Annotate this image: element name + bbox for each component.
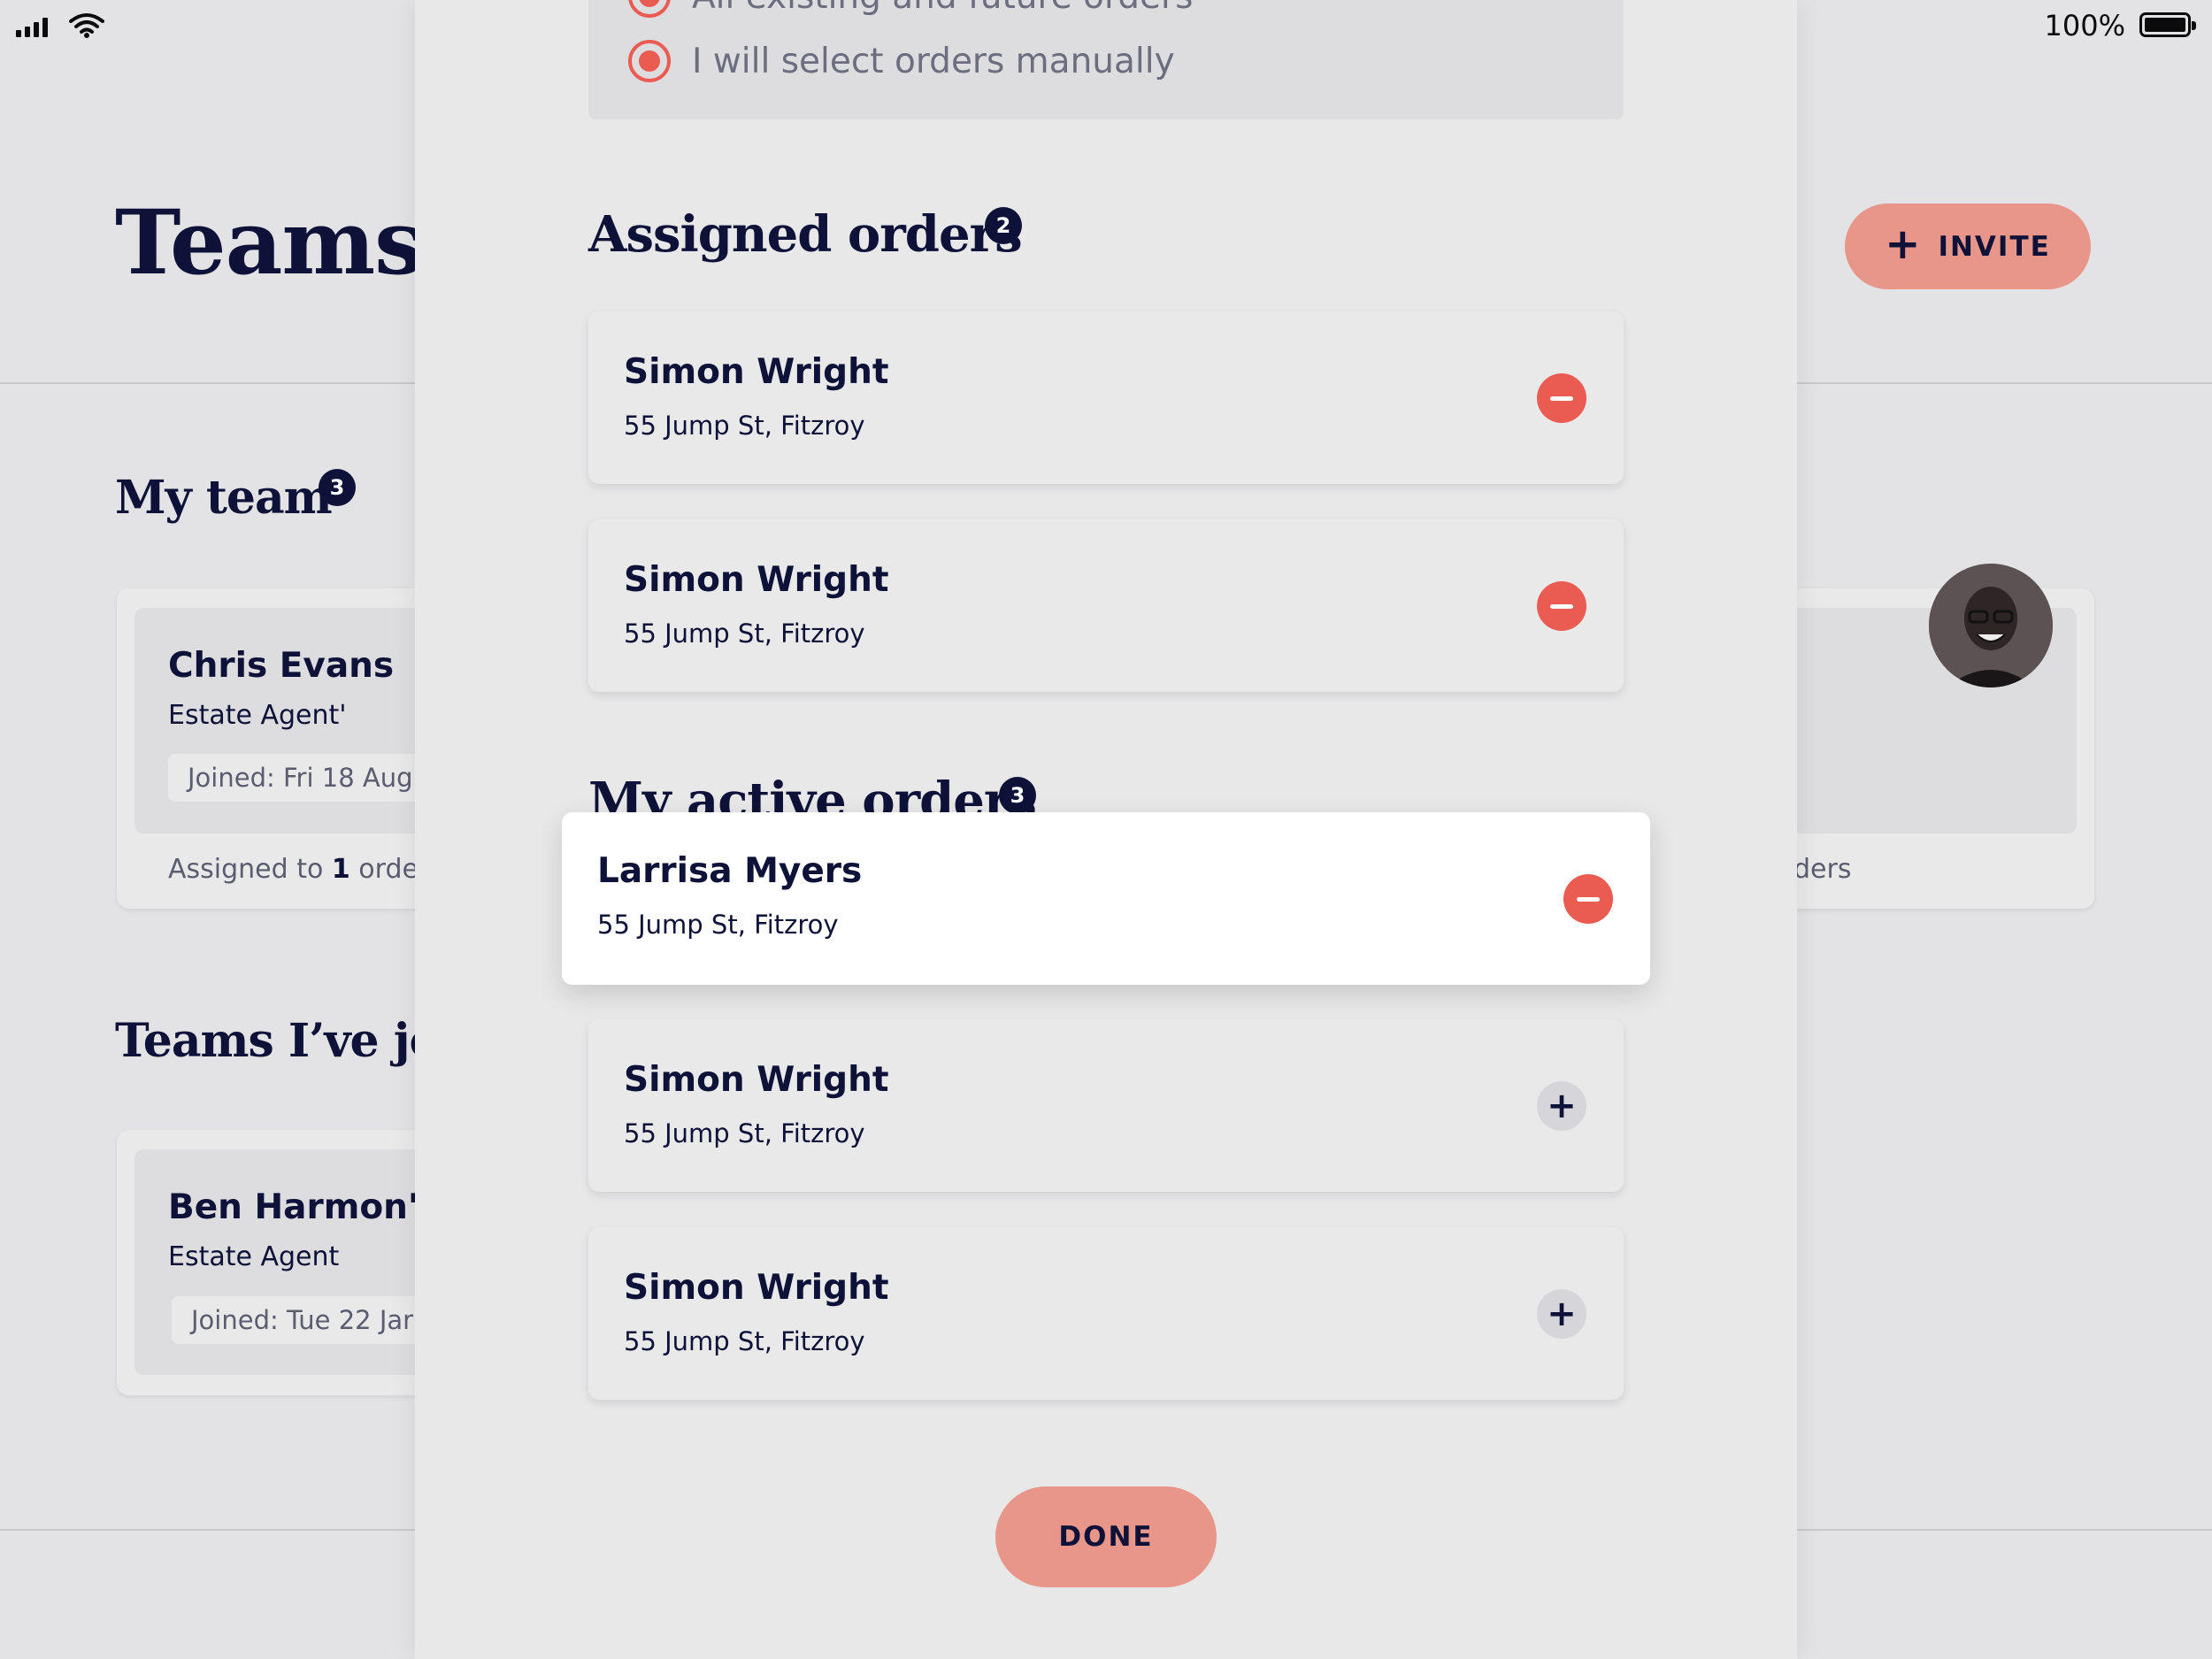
radio-label: I will select orders manually <box>692 41 1175 81</box>
active-orders-count-badge: 3 <box>999 777 1036 814</box>
dragging-order-card[interactable]: Larrisa Myers 55 Jump St, Fitzroy <box>562 812 1650 985</box>
avatar <box>1929 564 2053 687</box>
assign-orders-sheet: All existing and future orders I will se… <box>415 0 1797 1659</box>
page-title: Teams <box>115 190 424 295</box>
signal-icon <box>16 14 48 37</box>
radio-icon <box>628 0 671 18</box>
remove-order-button[interactable] <box>1537 581 1586 631</box>
radio-selected-icon <box>628 40 671 82</box>
add-order-button[interactable]: + <box>1537 1081 1586 1131</box>
order-name: Simon Wright <box>624 560 889 600</box>
joined-team-joined-chip: Joined: Tue 22 Jar <box>172 1296 434 1344</box>
member-assigned-info: Assigned to 1 order <box>168 854 430 885</box>
joined-team-name: Ben Harmon's <box>168 1187 440 1227</box>
order-address: 55 Jump St, Fitzroy <box>624 1118 865 1148</box>
invite-label: INVITE <box>1938 230 2051 263</box>
order-address: 55 Jump St, Fitzroy <box>624 1326 865 1356</box>
assigned-order-card[interactable]: Simon Wright 55 Jump St, Fitzroy <box>588 311 1624 484</box>
assigned-order-card[interactable]: Simon Wright 55 Jump St, Fitzroy <box>588 519 1624 692</box>
order-name: Larrisa Myers <box>597 851 863 891</box>
order-selection-options: All existing and future orders I will se… <box>588 0 1624 119</box>
plus-icon: + <box>1885 219 1923 269</box>
wifi-icon <box>69 12 104 42</box>
order-name: Simon Wright <box>624 1268 889 1308</box>
battery-percentage: 100% <box>2044 9 2125 42</box>
assigned-orders-title: Assigned orders <box>588 205 1023 264</box>
remove-order-button[interactable] <box>1537 373 1586 423</box>
radio-option-manual[interactable]: I will select orders manually <box>628 40 1175 82</box>
my-team-title: My team <box>115 471 333 525</box>
battery-icon <box>2139 12 2196 37</box>
partial-orders-text: ders <box>1793 854 1852 885</box>
invite-button[interactable]: + INVITE <box>1845 204 2091 289</box>
order-name: Simon Wright <box>624 1060 889 1100</box>
minus-icon <box>1550 603 1573 609</box>
plus-icon: + <box>1547 1086 1577 1126</box>
joined-team-role: Estate Agent <box>168 1241 340 1272</box>
member-role: Estate Agent' <box>168 700 347 731</box>
order-address: 55 Jump St, Fitzroy <box>624 411 865 441</box>
minus-icon <box>1550 396 1573 401</box>
add-order-button[interactable]: + <box>1537 1289 1586 1339</box>
radio-label: All existing and future orders <box>692 0 1193 17</box>
order-address: 55 Jump St, Fitzroy <box>624 618 865 649</box>
remove-order-button[interactable] <box>1563 874 1613 924</box>
plus-icon: + <box>1547 1294 1577 1334</box>
done-button[interactable]: DONE <box>995 1486 1217 1587</box>
radio-option-all[interactable]: All existing and future orders <box>628 0 1193 18</box>
minus-icon <box>1577 896 1600 902</box>
member-joined-chip: Joined: Fri 18 Aug <box>168 754 433 802</box>
member-name: Chris Evans <box>168 646 395 686</box>
order-address: 55 Jump St, Fitzroy <box>597 910 839 940</box>
order-name: Simon Wright <box>624 352 889 392</box>
teams-joined-title: Teams I’ve joi <box>115 1014 457 1068</box>
active-order-card[interactable]: Simon Wright 55 Jump St, Fitzroy + <box>588 1019 1624 1192</box>
assigned-orders-count-badge: 2 <box>985 207 1022 244</box>
active-order-card[interactable]: Simon Wright 55 Jump St, Fitzroy + <box>588 1227 1624 1400</box>
my-team-count-badge: 3 <box>319 469 356 506</box>
